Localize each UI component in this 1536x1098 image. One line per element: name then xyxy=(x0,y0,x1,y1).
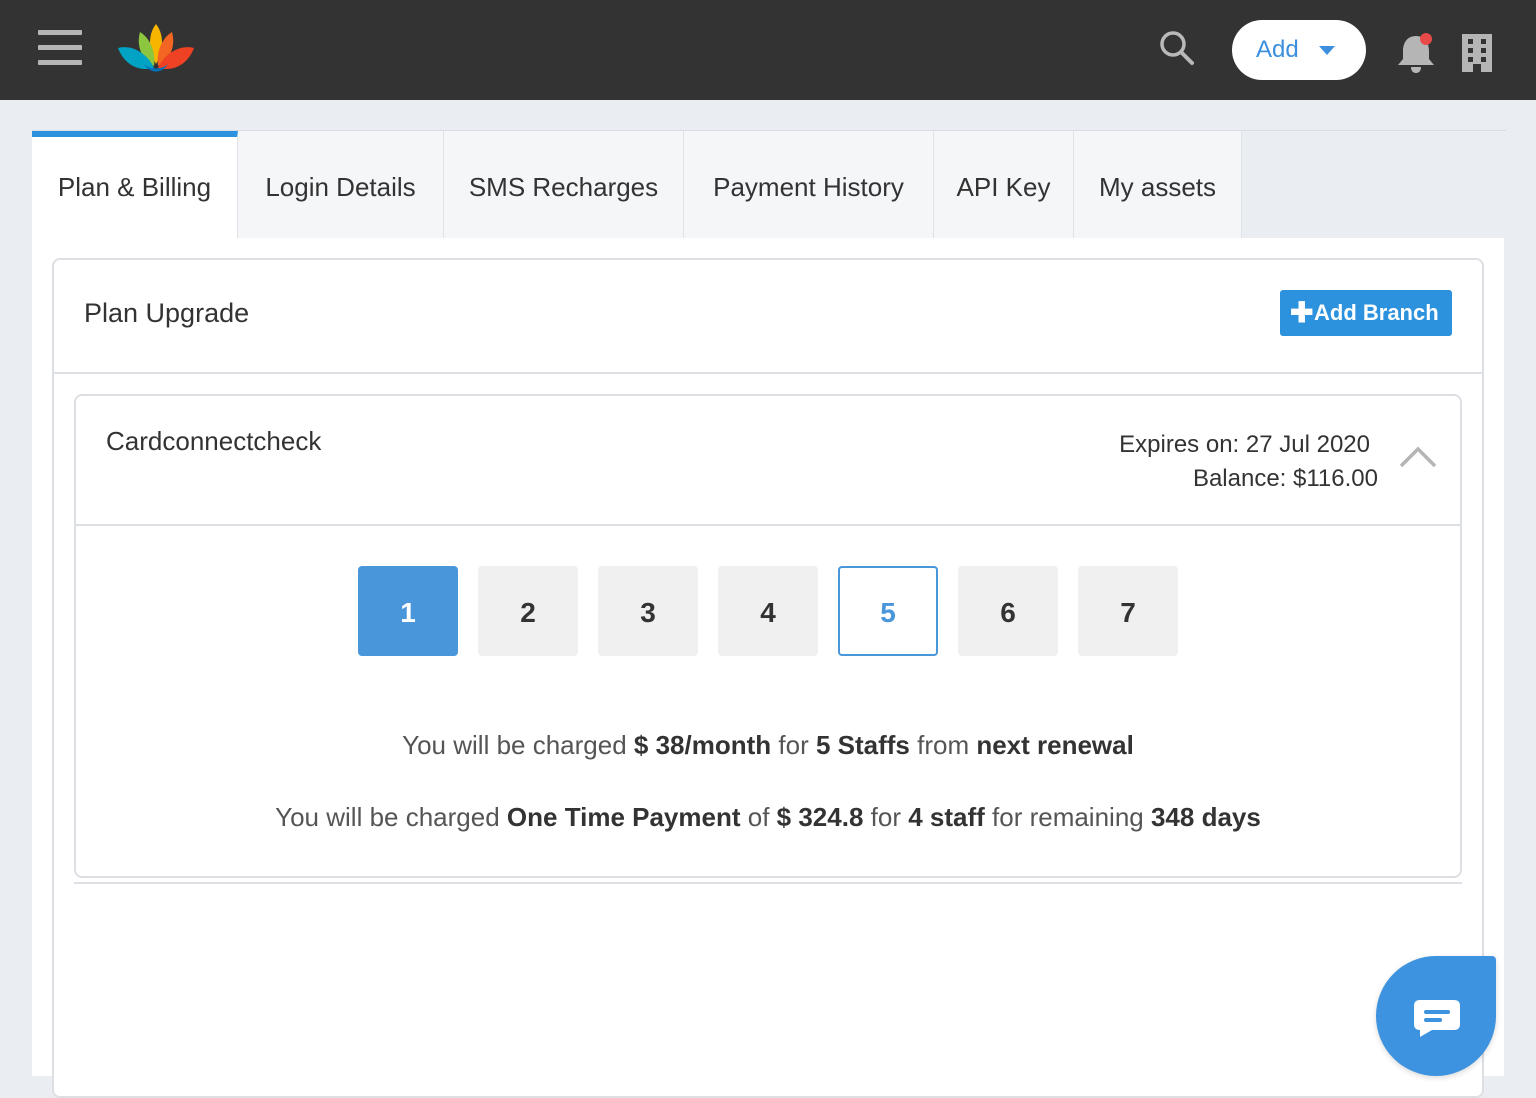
tab-payment-history[interactable]: Payment History xyxy=(684,131,934,239)
tab-label: SMS Recharges xyxy=(468,172,659,202)
chat-bubble-icon xyxy=(1414,1000,1460,1037)
balance-label: Balance: xyxy=(1192,465,1287,492)
bell-icon[interactable] xyxy=(1395,30,1437,74)
staff-option-7[interactable]: 7 xyxy=(1078,566,1178,656)
tab-my-assets[interactable]: My assets xyxy=(1074,131,1242,239)
plan-upgrade-card: Plan Upgrade ✚Add Branch Cardconnectchec… xyxy=(52,258,1484,1098)
expires-row: Expires on: 27 Jul 2020 xyxy=(1119,428,1370,462)
chevron-up-icon[interactable] xyxy=(1398,444,1438,470)
tab-label: Payment History xyxy=(713,172,904,202)
add-dropdown-button[interactable]: Add xyxy=(1232,20,1366,80)
staff-option-6[interactable]: 6 xyxy=(958,566,1058,656)
branch-header[interactable]: Cardconnectcheck Expires on: 27 Jul 2020… xyxy=(76,396,1460,526)
tab-sms-recharges[interactable]: SMS Recharges xyxy=(444,131,684,239)
tab-api-key[interactable]: API Key xyxy=(934,131,1074,239)
staff-option-4[interactable]: 4 xyxy=(718,566,818,656)
building-icon[interactable] xyxy=(1458,32,1496,72)
notification-dot xyxy=(1420,33,1432,45)
one-time-charge-text: You will be charged One Time Payment of … xyxy=(275,802,1261,832)
tab-label: Login Details xyxy=(265,172,416,202)
balance-row: Balance: $116.00 xyxy=(1119,462,1378,496)
plus-icon: ✚ xyxy=(1290,297,1314,328)
tab-label: My assets xyxy=(1098,172,1217,202)
branch-panel: Cardconnectcheck Expires on: 27 Jul 2020… xyxy=(74,394,1462,878)
staff-option-3[interactable]: 3 xyxy=(598,566,698,656)
expires-label: Expires on: xyxy=(1119,431,1240,458)
tab-plan-billing[interactable]: Plan & Billing xyxy=(32,131,238,239)
expires-value: 27 Jul 2020 xyxy=(1245,431,1370,458)
tab-label: Plan & Billing xyxy=(57,172,212,202)
tab-label: API Key xyxy=(956,172,1051,202)
branch-panel-bottom-edge xyxy=(74,880,1462,884)
page-title: Plan Upgrade xyxy=(84,298,250,328)
balance-value: $116.00 xyxy=(1293,465,1378,492)
add-branch-label: Add Branch xyxy=(1314,300,1439,325)
branch-meta: Expires on: 27 Jul 2020 Balance: $116.00 xyxy=(1119,428,1378,496)
monthly-charge-text: You will be charged $ 38/month for 5 Sta… xyxy=(402,730,1134,760)
lotus-logo-icon[interactable] xyxy=(114,20,198,76)
plan-billing-panel: Plan Upgrade ✚Add Branch Cardconnectchec… xyxy=(32,238,1504,1098)
add-branch-button[interactable]: ✚Add Branch xyxy=(1280,290,1452,336)
plan-upgrade-header: Plan Upgrade ✚Add Branch xyxy=(54,260,1482,374)
settings-tabs: Plan & Billing Login Details SMS Recharg… xyxy=(32,130,1506,239)
staff-option-1[interactable]: 1 xyxy=(358,566,458,656)
caret-down-icon xyxy=(1319,46,1335,55)
staff-option-5[interactable]: 5 xyxy=(838,566,938,656)
tab-login-details[interactable]: Login Details xyxy=(238,131,444,239)
top-navigation-bar: Add xyxy=(0,0,1536,100)
staff-option-2[interactable]: 2 xyxy=(478,566,578,656)
search-icon[interactable] xyxy=(1156,28,1196,68)
branch-name: Cardconnectcheck xyxy=(106,426,322,456)
add-button-label: Add xyxy=(1256,36,1299,63)
chat-widget-button[interactable] xyxy=(1376,956,1496,1076)
hamburger-menu-icon[interactable] xyxy=(38,30,82,68)
